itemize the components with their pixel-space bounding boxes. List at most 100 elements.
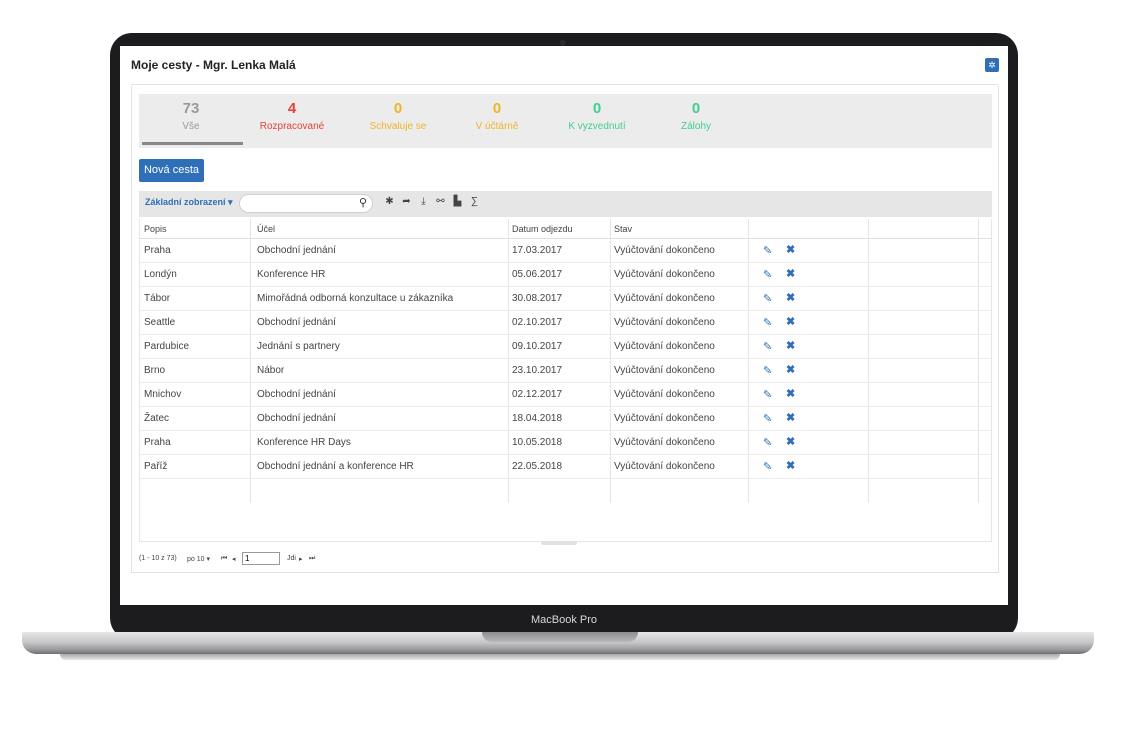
- cell-popis: Londýn: [144, 269, 177, 280]
- cell-ucel: Obchodní jednání: [257, 245, 336, 256]
- download-icon[interactable]: ⤓: [415, 196, 432, 207]
- status-label: V účtárně: [475, 121, 519, 132]
- edit-icon[interactable]: ✎: [763, 268, 772, 281]
- pager-range: (1 - 10 z 73): [139, 555, 177, 562]
- cell-stav: Vyúčtování dokončeno: [614, 389, 715, 400]
- cell-ucel: Konference HR: [257, 269, 326, 280]
- cell-stav: Vyúčtování dokončeno: [614, 269, 715, 280]
- edit-icon[interactable]: ✎: [763, 412, 772, 425]
- status-tab[interactable]: 0 V účtárně: [445, 100, 549, 134]
- settings-button[interactable]: ✲: [985, 58, 999, 72]
- status-count: 0: [492, 100, 502, 117]
- table-row[interactable]: Mnichov Obchodní jednání 02.12.2017 Vyúčtov…: [140, 383, 991, 407]
- status-filter-bar: 73 Vše 4 Rozpracované 0 Schvaluje se 0 V účtárn…: [139, 94, 992, 148]
- cell-popis: Žatec: [144, 413, 170, 424]
- status-label: Rozpracované: [259, 121, 325, 132]
- chevron-down-icon: ▾: [206, 556, 210, 563]
- table-row[interactable]: Paříž Obchodní jednání a konference HR 22.…: [140, 455, 991, 479]
- delete-icon[interactable]: ✖: [786, 339, 795, 352]
- grid-header: Popis Účel Datum odjezdu Stav: [140, 219, 991, 239]
- table-row[interactable]: Brno Nábor 23.10.2017 Vyúčtování dokončeno ✎…: [140, 359, 991, 383]
- cell-stav: Vyúčtování dokončeno: [614, 365, 715, 376]
- per-page-value: po 10: [187, 556, 205, 563]
- page-number-input[interactable]: [242, 552, 280, 565]
- status-tab[interactable]: 0 Schvaluje se: [346, 100, 450, 134]
- edit-icon[interactable]: ✎: [763, 436, 772, 449]
- delete-icon[interactable]: ✖: [786, 291, 795, 304]
- cell-ucel: Obchodní jednání a konference HR: [257, 461, 414, 472]
- next-page-icon[interactable]: ▸: [299, 555, 303, 563]
- edit-icon[interactable]: ✎: [763, 364, 772, 377]
- cell-ucel: Obchodní jednání: [257, 413, 336, 424]
- divider: [131, 84, 998, 85]
- search-input[interactable]: [239, 194, 373, 213]
- share-icon[interactable]: ➦: [398, 196, 415, 207]
- delete-icon[interactable]: ✖: [786, 267, 795, 280]
- delete-icon[interactable]: ✖: [786, 243, 795, 256]
- column-header-datum[interactable]: Datum odjezdu: [512, 224, 573, 234]
- first-page-icon[interactable]: ⏮: [221, 555, 227, 563]
- status-tab[interactable]: 4 Rozpracované: [240, 100, 344, 134]
- cell-popis: Mnichov: [144, 389, 182, 400]
- edit-icon[interactable]: ✎: [763, 340, 772, 353]
- last-page-icon[interactable]: ⏭: [309, 555, 315, 563]
- table-row[interactable]: Tábor Mimořádná odborná konzultace u záka…: [140, 287, 991, 311]
- search-icon[interactable]: ⚲: [359, 196, 367, 209]
- table-row[interactable]: Londýn Konference HR 05.06.2017 Vyúčtování …: [140, 263, 991, 287]
- view-selector[interactable]: Základní zobrazení ▾: [145, 197, 233, 208]
- cell-popis: Tábor: [144, 293, 171, 304]
- delete-icon[interactable]: ✖: [786, 363, 795, 376]
- resize-handle[interactable]: [541, 541, 577, 545]
- column-header-ucel[interactable]: Účel: [257, 224, 275, 234]
- status-tab[interactable]: 0 K vyzvednutí: [545, 100, 649, 134]
- active-tab-indicator: [142, 142, 243, 145]
- sum-icon[interactable]: ∑: [466, 196, 483, 207]
- print-icon[interactable]: ▙: [449, 196, 466, 207]
- delete-icon[interactable]: ✖: [786, 435, 795, 448]
- cell-ucel: Mimořádná odborná konzultace u zákazníka: [257, 293, 454, 304]
- status-tab[interactable]: 0 Zálohy: [644, 100, 748, 134]
- cell-stav: Vyúčtování dokončeno: [614, 461, 715, 472]
- status-tab[interactable]: 73 Vše: [139, 100, 243, 134]
- cell-popis: Seattle: [144, 317, 176, 328]
- grid-toolbar: Základní zobrazení ▾ ⚲ ✱ ➦ ⤓ ⚯ ▙ ∑: [139, 191, 992, 217]
- cell-datum: 30.08.2017: [512, 293, 563, 304]
- delete-icon[interactable]: ✖: [786, 387, 795, 400]
- column-header-popis[interactable]: Popis: [144, 224, 167, 234]
- cell-stav: Vyúčtování dokončeno: [614, 413, 715, 424]
- gear-icon[interactable]: ✱: [381, 196, 398, 207]
- per-page-select[interactable]: po 10 ▾: [187, 555, 210, 563]
- status-count: 4: [287, 100, 297, 117]
- page-title: Moje cesty - Mgr. Lenka Malá: [131, 58, 296, 72]
- table-row[interactable]: Praha Konference HR Days 10.05.2018 Vyúčtov…: [140, 431, 991, 455]
- table-row[interactable]: Seattle Obchodní jednání 02.10.2017 Vyúčtov…: [140, 311, 991, 335]
- cell-datum: 18.04.2018: [512, 413, 563, 424]
- delete-icon[interactable]: ✖: [786, 411, 795, 424]
- status-label: K vyzvednutí: [568, 121, 626, 132]
- cell-popis: Brno: [144, 365, 166, 376]
- edit-icon[interactable]: ✎: [763, 460, 772, 473]
- table-row[interactable]: Žatec Obchodní jednání 18.04.2018 Vyúčtován…: [140, 407, 991, 431]
- table-row[interactable]: Praha Obchodní jednání 17.03.2017 Vyúčtován…: [140, 239, 991, 263]
- new-trip-button[interactable]: Nová cesta: [139, 159, 204, 182]
- prev-page-icon[interactable]: ◂: [232, 555, 236, 563]
- cell-stav: Vyúčtování dokončeno: [614, 341, 715, 352]
- cell-ucel: Nábor: [257, 365, 285, 376]
- cell-popis: Praha: [144, 437, 171, 448]
- edit-icon[interactable]: ✎: [763, 388, 772, 401]
- go-label[interactable]: Jdi: [287, 555, 296, 562]
- table-row[interactable]: Pardubice Jednání s partnery 09.10.2017 Vyú…: [140, 335, 991, 359]
- edit-icon[interactable]: ✎: [763, 316, 772, 329]
- edit-icon[interactable]: ✎: [763, 292, 772, 305]
- edit-icon[interactable]: ✎: [763, 244, 772, 257]
- delete-icon[interactable]: ✖: [786, 315, 795, 328]
- cell-stav: Vyúčtování dokončeno: [614, 317, 715, 328]
- link-icon[interactable]: ⚯: [432, 196, 449, 207]
- status-label: Vše: [182, 121, 200, 132]
- cell-datum: 10.05.2018: [512, 437, 563, 448]
- laptop-notch: [482, 632, 638, 642]
- delete-icon[interactable]: ✖: [786, 459, 795, 472]
- status-label: Schvaluje se: [369, 121, 427, 132]
- column-header-stav[interactable]: Stav: [614, 224, 632, 234]
- cell-stav: Vyúčtování dokončeno: [614, 437, 715, 448]
